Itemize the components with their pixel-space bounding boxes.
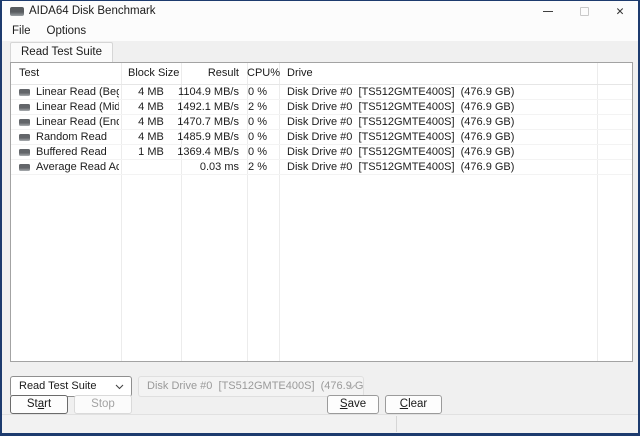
minimize-icon [543, 11, 553, 12]
drive-cell: Disk Drive #0 [TS512GMTE400S] (476.9 GB) [287, 161, 515, 173]
disk-icon [19, 88, 30, 96]
table-row[interactable]: Average Read Access 0.03 ms 2 % Disk Dri… [11, 160, 632, 175]
close-button[interactable]: ✕ [602, 1, 638, 22]
col-header-result[interactable]: Result [181, 63, 239, 84]
status-bar [2, 414, 638, 433]
table-row[interactable]: Buffered Read 1 MB 1369.4 MB/s 0 % Disk … [11, 145, 632, 160]
close-icon: ✕ [615, 5, 625, 18]
cpu-cell: 2 % [248, 161, 267, 173]
test-cell: Buffered Read [19, 145, 119, 159]
table-row[interactable]: Linear Read (Begin) 4 MB 1104.9 MB/s 0 %… [11, 85, 632, 100]
cpu-cell: 0 % [248, 116, 267, 128]
disk-icon [19, 118, 30, 126]
cpu-cell: 0 % [248, 86, 267, 98]
drive-cell: Disk Drive #0 [TS512GMTE400S] (476.9 GB) [287, 146, 515, 158]
test-name: Linear Read (Begin) [36, 86, 119, 98]
test-cell: Linear Read (Begin) [19, 85, 119, 99]
menu-options[interactable]: Options [39, 22, 95, 41]
cpu-cell: 0 % [248, 146, 267, 158]
test-name: Average Read Access [36, 161, 119, 173]
titlebar: AIDA64 Disk Benchmark ✕ [2, 1, 638, 22]
benchmark-table: Test Block Size Result CPU% Drive Linear… [10, 62, 633, 362]
test-cell: Random Read [19, 130, 119, 144]
window-inner: AIDA64 Disk Benchmark ✕ File Options Rea… [2, 1, 638, 433]
cpu-cell: 2 % [248, 101, 267, 113]
maximize-button [566, 1, 602, 22]
tab-read-test-suite[interactable]: Read Test Suite [10, 42, 113, 62]
save-accel: S [339, 398, 348, 410]
save-button[interactable]: Save [327, 395, 379, 414]
minimize-button[interactable] [530, 1, 566, 22]
col-header-test[interactable]: Test [19, 63, 39, 84]
test-name: Buffered Read [36, 146, 107, 158]
stop-button: Stop [74, 395, 132, 414]
menu-file[interactable]: File [4, 22, 39, 41]
menubar: File Options [2, 22, 638, 41]
col-header-cpu[interactable]: CPU% [247, 63, 280, 84]
drive-cell: Disk Drive #0 [TS512GMTE400S] (476.9 GB) [287, 86, 515, 98]
table-row[interactable]: Linear Read (Middle) 4 MB 1492.1 MB/s 2 … [11, 100, 632, 115]
table-row[interactable]: Linear Read (End) 4 MB 1470.7 MB/s 0 % D… [11, 115, 632, 130]
app-window: AIDA64 Disk Benchmark ✕ File Options Rea… [0, 0, 640, 436]
table-header: Test Block Size Result CPU% Drive [11, 63, 632, 85]
chevron-down-icon [347, 384, 356, 390]
table-row[interactable]: Random Read 4 MB 1485.9 MB/s 0 % Disk Dr… [11, 130, 632, 145]
start-label: rt [44, 398, 52, 410]
start-button[interactable]: Start [10, 395, 68, 414]
test-cell: Linear Read (End) [19, 115, 119, 129]
drive-cell: Disk Drive #0 [TS512GMTE400S] (476.9 GB) [287, 116, 515, 128]
test-cell: Linear Read (Middle) [19, 100, 119, 114]
test-name: Linear Read (End) [36, 116, 119, 128]
window-controls: ✕ [530, 1, 638, 22]
clear-button[interactable]: Clear [385, 395, 442, 414]
col-header-block-size[interactable]: Block Size [128, 63, 179, 84]
test-suite-value: Read Test Suite [19, 380, 97, 392]
test-name: Linear Read (Middle) [36, 101, 119, 113]
disk-icon [19, 148, 30, 156]
status-bar-divider [396, 416, 397, 432]
stop-label: Stop [91, 398, 115, 410]
chevron-down-icon [115, 384, 124, 390]
drive-cell: Disk Drive #0 [TS512GMTE400S] (476.9 GB) [287, 101, 515, 113]
test-name: Random Read [36, 131, 107, 143]
disk-icon [19, 133, 30, 141]
drive-cell: Disk Drive #0 [TS512GMTE400S] (476.9 GB) [287, 131, 515, 143]
app-disk-icon[interactable] [10, 7, 24, 16]
start-label: St [26, 398, 38, 410]
disk-icon [19, 163, 30, 171]
drive-select-value: Disk Drive #0 [TS512GMTE400S] (476.9 GB) [147, 380, 364, 392]
maximize-icon [579, 7, 589, 16]
test-suite-select[interactable]: Read Test Suite [10, 376, 132, 397]
col-header-drive[interactable]: Drive [287, 63, 313, 84]
table-body: Linear Read (Begin) 4 MB 1104.9 MB/s 0 %… [11, 85, 632, 175]
window-title: AIDA64 Disk Benchmark [29, 5, 156, 17]
drive-select-disabled: Disk Drive #0 [TS512GMTE400S] (476.9 GB) [138, 376, 364, 397]
disk-icon [19, 103, 30, 111]
test-cell: Average Read Access [19, 160, 119, 174]
save-label: ave [347, 398, 367, 410]
clear-label: lear [408, 398, 428, 410]
cpu-cell: 0 % [248, 131, 267, 143]
clear-accel: C [399, 398, 409, 410]
